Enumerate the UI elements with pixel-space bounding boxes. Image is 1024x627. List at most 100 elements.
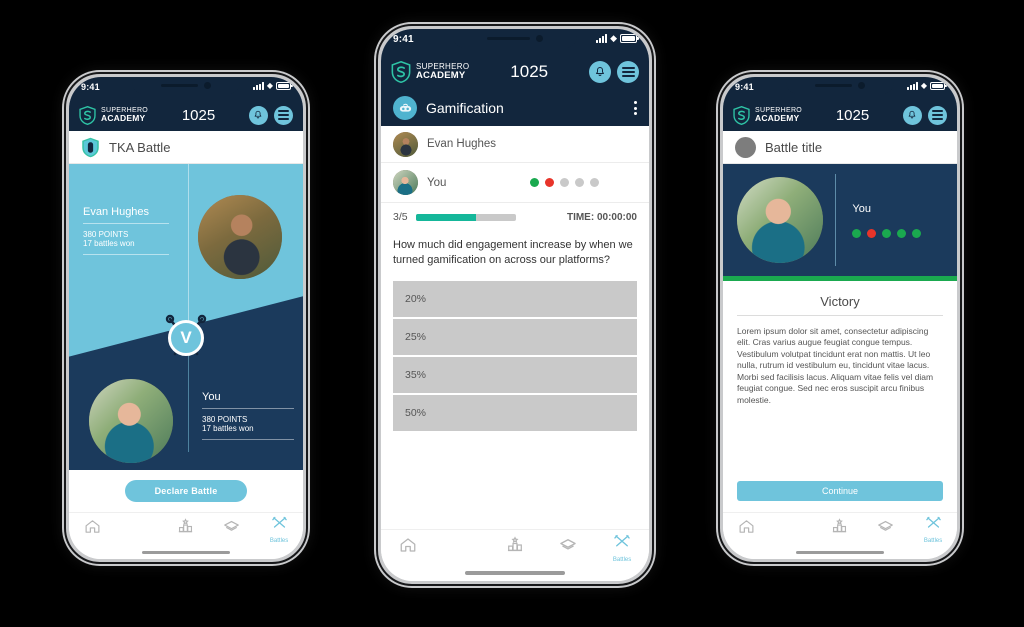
- progress-bar: [415, 213, 516, 221]
- nav-item-home[interactable]: [84, 518, 101, 540]
- you-name: You: [202, 391, 221, 403]
- leaderboard-podium-icon: [177, 518, 194, 540]
- timer-label: TIME: 00:00:00: [566, 211, 637, 223]
- answer-dot: [590, 178, 599, 187]
- cards-layers-icon: [877, 518, 894, 540]
- answer-option[interactable]: 20%: [393, 280, 637, 317]
- answer-option[interactable]: 35%: [393, 356, 637, 393]
- brand-line-2: ACADEMY: [755, 113, 800, 124]
- placeholder-circle-icon: [735, 136, 756, 158]
- answer-dot: [852, 228, 862, 238]
- brand-logo: SUPERHERO ACADEMY: [391, 61, 469, 83]
- nav-item-home[interactable]: [399, 536, 417, 559]
- answer-option[interactable]: 25%: [393, 318, 637, 355]
- nav-item-leaderboard-podium[interactable]: [506, 536, 524, 559]
- continue-bar: Continue: [723, 470, 957, 512]
- nav-item-cards-layers[interactable]: [877, 518, 894, 540]
- versus-letter: V: [168, 320, 204, 356]
- home-icon: [84, 518, 101, 540]
- gamepad-controller-icon: [393, 96, 417, 120]
- home-indicator-bar: [69, 545, 303, 559]
- nav-item-cards-layers[interactable]: [559, 536, 577, 559]
- bell-icon[interactable]: [902, 105, 922, 125]
- points-counter: 1025: [181, 106, 216, 124]
- result-you-panel: You: [852, 203, 943, 238]
- nav-item-battles-swords[interactable]: Battles: [924, 515, 942, 544]
- brand-line-2: ACADEMY: [416, 70, 466, 82]
- hamburger-menu-icon[interactable]: [927, 105, 947, 125]
- answer-options: 20% 25% 35% 50%: [381, 280, 649, 431]
- battles-swords-icon: [271, 515, 288, 537]
- home-indicator-bar: [381, 565, 649, 581]
- result-heading: Victory: [820, 294, 860, 309]
- points-counter: 1025: [510, 62, 549, 81]
- nav-item-home[interactable]: [738, 518, 755, 540]
- answer-option[interactable]: 50%: [393, 394, 637, 431]
- battle-title-row: TKA Battle: [69, 131, 303, 164]
- bottom-navigation: Battles: [723, 512, 957, 545]
- versus-badge: V: [157, 309, 215, 367]
- shield-logo-icon: [391, 61, 411, 83]
- brand-line-2: ACADEMY: [101, 113, 146, 124]
- wifi-icon: ◆: [920, 81, 927, 90]
- nav-item-battles-swords[interactable]: Battles: [270, 515, 288, 544]
- home-icon: [738, 518, 755, 540]
- answer-dot: [530, 178, 539, 187]
- brand-logo: SUPERHERO ACADEMY: [79, 105, 148, 125]
- avatar-you: [393, 170, 418, 195]
- answer-dot: [897, 228, 907, 238]
- bell-icon[interactable]: [589, 61, 611, 83]
- nav-item-chat-bubble[interactable]: [784, 518, 801, 540]
- nav-item-chat-bubble[interactable]: [452, 536, 470, 559]
- home-icon: [399, 536, 417, 559]
- points-counter: 1025: [835, 106, 870, 124]
- chat-bubble-icon: [452, 536, 470, 559]
- cards-layers-icon: [223, 518, 240, 540]
- victory-accent-bar: [723, 276, 957, 281]
- battle-lobby-body: Evan Hughes 380 POINTS 17 battles won V …: [69, 164, 303, 512]
- nav-item-cards-layers[interactable]: [223, 518, 240, 540]
- answer-dot: [560, 178, 569, 187]
- result-body: You Victory Lorem ipsum dolor sit amet, …: [723, 164, 957, 512]
- phone-notch: [786, 77, 894, 94]
- phone-notch: [453, 29, 577, 48]
- battery-icon: [620, 34, 639, 43]
- app-header: SUPERHERO ACADEMY 1025: [69, 99, 303, 131]
- page-title: Battle title: [765, 139, 823, 155]
- page-title: TKA Battle: [109, 139, 171, 155]
- shield-badge-icon: [82, 137, 99, 157]
- home-indicator-bar: [723, 545, 957, 559]
- nav-item-battles-swords[interactable]: Battles: [613, 533, 631, 563]
- shield-logo-icon: [79, 105, 96, 125]
- you-points: 380 POINTS: [202, 415, 248, 424]
- player-row-opponent: Evan Hughes: [381, 126, 649, 163]
- opponent-points: 380 POINTS: [83, 230, 129, 239]
- status-time: 9:41: [735, 82, 754, 92]
- question-counter: 3/5: [393, 211, 408, 223]
- answer-dot: [882, 228, 892, 238]
- divider: [737, 315, 943, 316]
- bell-icon[interactable]: [248, 105, 268, 125]
- more-vertical-icon[interactable]: [634, 101, 637, 115]
- result-title-row: Battle title: [723, 131, 957, 164]
- continue-button[interactable]: Continue: [737, 481, 943, 501]
- phone-mockup-quiz: 9:41 ◆ SUPERHERO ACADEMY 1025 Gamificati…: [374, 22, 656, 588]
- phone-notch: [132, 77, 240, 94]
- signal-bars-icon: [252, 82, 264, 90]
- you-info: You 380 POINTS 17 battles won: [202, 391, 294, 440]
- avatar-you: [737, 177, 823, 263]
- signal-bars-icon: [906, 82, 918, 90]
- battery-icon: [930, 82, 947, 90]
- declare-battle-button[interactable]: Declare Battle: [125, 480, 247, 502]
- question-text: How much did engagement increase by when…: [393, 239, 633, 266]
- bottom-navigation: Battles: [69, 512, 303, 545]
- nav-item-leaderboard-podium[interactable]: [831, 518, 848, 540]
- avatar-evan-hughes: [393, 131, 418, 157]
- hamburger-menu-icon[interactable]: [617, 61, 639, 83]
- quiz-title-row: Gamification: [381, 90, 649, 126]
- nav-item-chat-bubble[interactable]: [130, 518, 147, 540]
- quiz-body: Evan Hughes You 3/5 TIME: 00:00:00 How m…: [381, 126, 649, 529]
- nav-item-leaderboard-podium[interactable]: [177, 518, 194, 540]
- hamburger-menu-icon[interactable]: [273, 105, 293, 125]
- answer-dot: [575, 178, 584, 187]
